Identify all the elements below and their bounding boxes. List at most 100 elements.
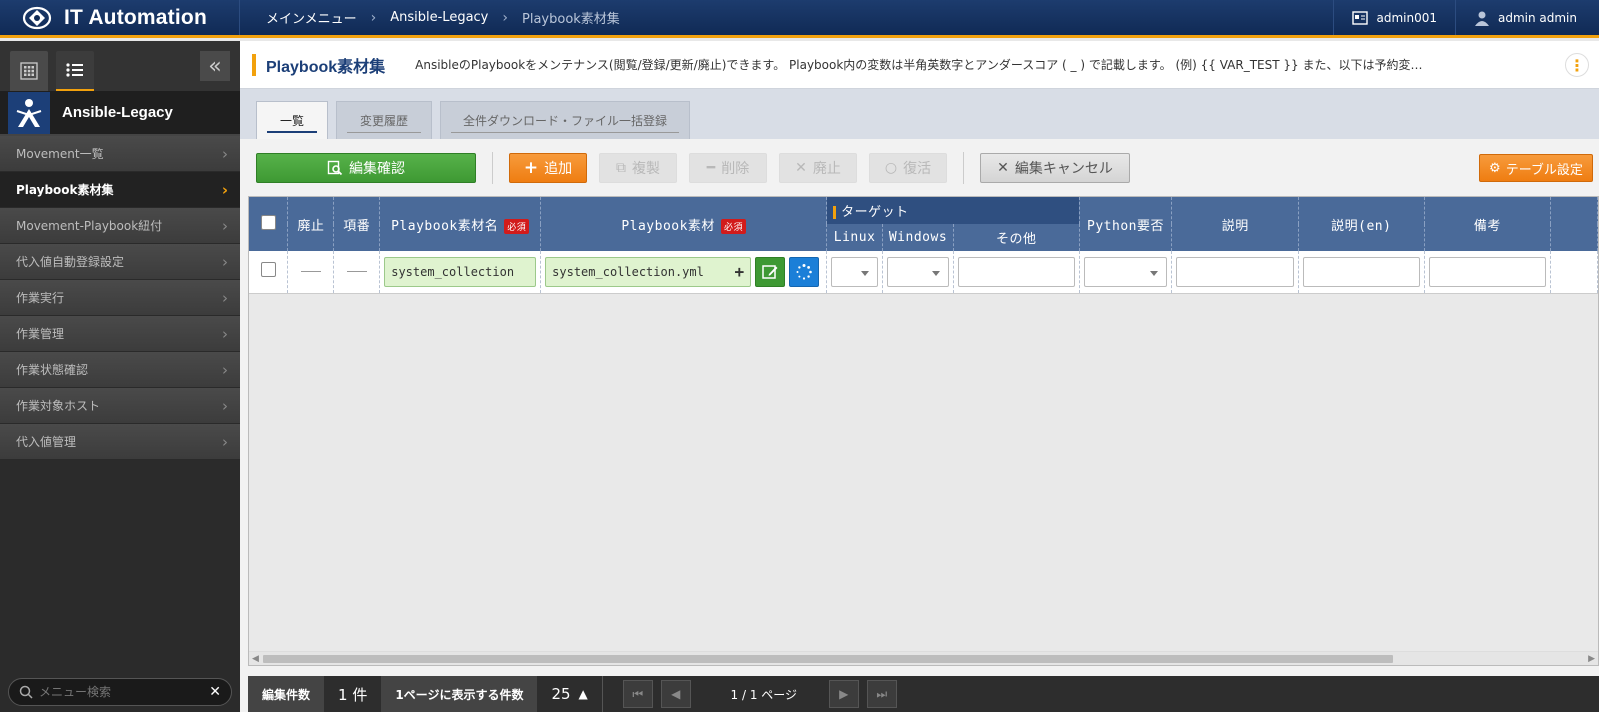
row-description-cell xyxy=(1171,251,1299,294)
tab-history[interactable]: 変更履歴 xyxy=(336,101,432,139)
sidebar-item-label: 代入値自動登録設定 xyxy=(16,255,125,269)
chevron-right-icon: › xyxy=(222,216,228,235)
minus-icon: ━ xyxy=(706,160,716,176)
menu-search-box: ✕ xyxy=(8,678,232,706)
id-card-icon xyxy=(1352,10,1369,25)
sidebar-item-target-hosts[interactable]: 作業対象ホスト › xyxy=(0,388,240,424)
title-accent xyxy=(252,53,256,76)
clear-search-icon[interactable]: ✕ xyxy=(209,684,221,700)
grid-icon xyxy=(20,62,38,80)
sidebar: « Ansible-Legacy Movement一覧 › Playbook素材集… xyxy=(0,41,240,712)
x-icon: ✕ xyxy=(997,160,1009,176)
empty-dash xyxy=(346,271,367,273)
plus-icon: + xyxy=(523,158,539,178)
header-python[interactable]: Python要否 xyxy=(1079,197,1173,251)
tab-download-upload[interactable]: 全件ダウンロード・ファイル一括登録 xyxy=(440,101,690,139)
chevron-right-icon: › xyxy=(370,9,377,26)
discard-button[interactable]: ✕ 廃止 xyxy=(779,153,857,183)
table-footer: 編集件数 1 件 1ページに表示する件数 25 ▲ ⏮ ◀ 1 / 1 ページ … xyxy=(248,676,1599,712)
breadcrumb-main-menu[interactable]: メインメニュー xyxy=(266,8,357,27)
chevron-right-icon: › xyxy=(502,9,508,26)
edit-confirm-button[interactable]: 編集確認 xyxy=(256,153,476,183)
grid-view-tab[interactable] xyxy=(10,51,48,91)
workspace-id[interactable]: admin001 xyxy=(1333,0,1455,35)
app-logo[interactable]: IT Automation xyxy=(0,0,240,35)
header-remarks[interactable]: 備考 xyxy=(1424,197,1552,251)
list-view-tab[interactable] xyxy=(56,51,94,91)
edit-file-button[interactable] xyxy=(755,256,786,287)
sidebar-item-job-status[interactable]: 作業状態確認 › xyxy=(0,352,240,388)
breadcrumb-ansible-legacy[interactable]: Ansible-Legacy xyxy=(390,10,488,25)
sidebar-item-label: 代入値管理 xyxy=(16,435,77,449)
scrollbar-thumb[interactable] xyxy=(263,655,1393,663)
header-other[interactable]: その他 xyxy=(953,224,1080,251)
linux-select[interactable] xyxy=(831,256,879,287)
header-playbook-file[interactable]: Playbook素材 必須 xyxy=(540,197,828,251)
remarks-input[interactable] xyxy=(1428,256,1547,287)
next-page-button[interactable]: ▶ xyxy=(828,680,859,708)
header-linux[interactable]: Linux xyxy=(826,224,884,251)
menu-search-input[interactable] xyxy=(39,685,210,699)
playbook-file-field[interactable]: system_collection.yml + xyxy=(545,256,752,287)
edit-cancel-button[interactable]: ✕ 編集キャンセル xyxy=(980,153,1130,183)
description-en-input[interactable] xyxy=(1302,256,1420,287)
playbook-name-input[interactable]: system_collection xyxy=(384,256,537,287)
sidebar-item-movement-playbook-link[interactable]: Movement-Playbook紐付 › xyxy=(0,208,240,244)
select-all-checkbox[interactable] xyxy=(260,214,276,230)
chevron-up-icon: ▲ xyxy=(578,687,588,701)
collapse-sidebar-button[interactable]: « xyxy=(200,51,230,81)
row-remarks-cell xyxy=(1424,251,1552,294)
content-panel: 編集確認 + 追加 ⧉ 複製 ━ 削除 ✕ 廃止 ○ 復活 ✕ 編集キャンセル … xyxy=(240,139,1599,712)
user-name: admin admin xyxy=(1497,10,1577,25)
delete-button[interactable]: ━ 削除 xyxy=(689,153,767,183)
sidebar-item-movement-list[interactable]: Movement一覧 › xyxy=(0,136,240,172)
loading-button[interactable] xyxy=(789,256,820,287)
more-options-icon[interactable]: ⋮ xyxy=(1565,53,1589,77)
tab-list[interactable]: 一覧 xyxy=(256,101,328,139)
user-id: admin001 xyxy=(1376,10,1437,25)
header-description-en[interactable]: 説明(en) xyxy=(1298,197,1425,251)
sidebar-item-label: 作業実行 xyxy=(16,291,65,305)
first-page-button[interactable]: ⏮ xyxy=(622,680,653,708)
sidebar-item-playbook-collection[interactable]: Playbook素材集 › xyxy=(0,172,240,208)
group-accent xyxy=(833,206,837,219)
chevron-right-icon: › xyxy=(222,360,228,379)
header-discard[interactable]: 廃止 xyxy=(287,197,335,251)
windows-select[interactable] xyxy=(887,256,949,287)
header-item-no[interactable]: 項番 xyxy=(333,197,381,251)
table-settings-label: テーブル設定 xyxy=(1505,162,1583,178)
copy-button[interactable]: ⧉ 複製 xyxy=(599,153,677,183)
header-windows[interactable]: Windows xyxy=(882,224,954,251)
header-label: Playbook素材 xyxy=(621,218,715,234)
header-playbook-name[interactable]: Playbook素材名 必須 xyxy=(379,197,542,251)
sidebar-item-label: Movement一覧 xyxy=(16,147,104,161)
sidebar-item-execution[interactable]: 作業実行 › xyxy=(0,280,240,316)
scroll-left-icon[interactable]: ◀ xyxy=(252,654,259,664)
edit-confirm-label: 編集確認 xyxy=(349,161,405,177)
sidebar-item-substitution-values[interactable]: 代入値管理 › xyxy=(0,424,240,460)
menu-group-header[interactable]: Ansible-Legacy xyxy=(0,91,240,136)
sidebar-item-label: Movement-Playbook紐付 xyxy=(16,219,163,233)
user-menu[interactable]: admin admin xyxy=(1454,0,1599,35)
sidebar-tabs: « xyxy=(0,41,240,91)
row-checkbox[interactable] xyxy=(260,262,276,278)
table-settings-button[interactable]: ⚙ テーブル設定 xyxy=(1479,154,1593,182)
description-input[interactable] xyxy=(1176,256,1294,287)
list-icon xyxy=(66,63,83,77)
last-page-button[interactable]: ⏭ xyxy=(866,680,897,708)
edit-icon xyxy=(762,265,778,279)
sidebar-item-auto-registration[interactable]: 代入値自動登録設定 › xyxy=(0,244,240,280)
header-description[interactable]: 説明 xyxy=(1171,197,1299,251)
add-button[interactable]: + 追加 xyxy=(509,153,587,183)
per-page-selector[interactable]: 25 ▲ xyxy=(537,685,601,703)
python-select[interactable] xyxy=(1083,256,1168,287)
toolbar-divider xyxy=(492,152,493,184)
plus-icon[interactable]: + xyxy=(735,262,745,281)
restore-button[interactable]: ○ 復活 xyxy=(869,153,947,183)
scroll-right-icon[interactable]: ▶ xyxy=(1588,654,1595,664)
app-header: IT Automation メインメニュー › Ansible-Legacy ›… xyxy=(0,0,1599,38)
sidebar-item-job-management[interactable]: 作業管理 › xyxy=(0,316,240,352)
prev-page-button[interactable]: ◀ xyxy=(660,680,691,708)
horizontal-scrollbar[interactable]: ◀ ▶ xyxy=(249,651,1598,665)
other-input[interactable] xyxy=(957,256,1075,287)
